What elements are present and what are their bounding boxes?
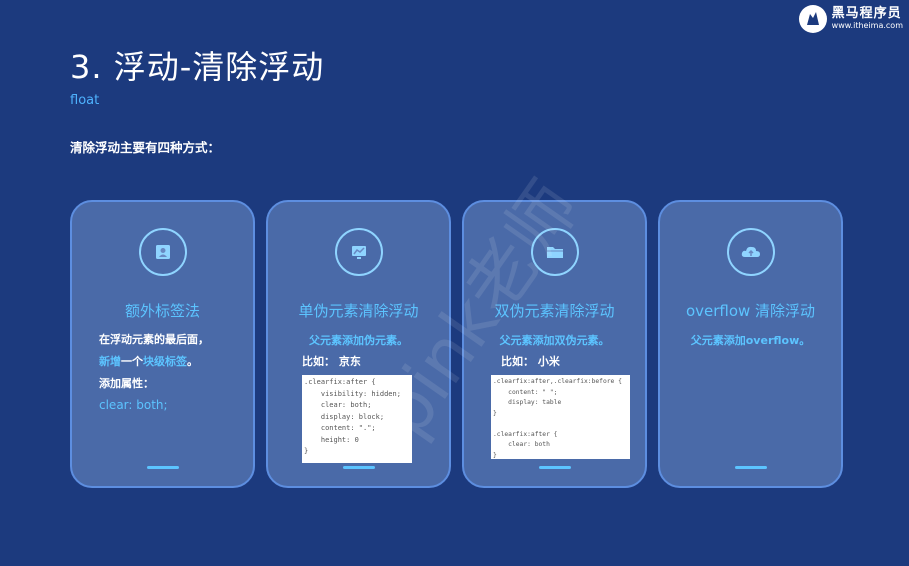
slide-title: 3. 浮动-清除浮动 <box>70 48 325 86</box>
card-single-pseudo: 单伪元素清除浮动 父元素添加伪元素。 比如： 京东 .clearfix:afte… <box>266 200 451 488</box>
horse-logo-icon <box>798 5 827 33</box>
slide-subtitle: float <box>70 93 100 108</box>
card-example: 比如： 京东 <box>302 355 361 368</box>
card-indicator <box>734 466 767 469</box>
folder-icon <box>530 228 579 276</box>
code-snippet: .clearfix:after { visibility: hidden; cl… <box>302 375 412 463</box>
cloud-upload-icon <box>726 228 775 276</box>
card-line: 。 <box>187 355 198 368</box>
logo-url: www.itheima.com <box>831 20 903 30</box>
card-title: overflow 清除浮动 <box>685 302 816 320</box>
card-title: 双伪元素清除浮动 <box>494 302 615 320</box>
logo-name: 黑马程序员 <box>831 6 902 22</box>
id-card-icon <box>138 228 187 276</box>
card-example: 比如： 小米 <box>501 355 560 368</box>
card-indicator <box>342 466 375 469</box>
card-line-highlight: 块级标签 <box>143 355 187 368</box>
card-title: 单伪元素清除浮动 <box>298 302 419 320</box>
card-extra-tag: 额外标签法 在浮动元素的最后面， 新增一个块级标签。 添加属性： clear: … <box>70 200 255 488</box>
logo: 黑马程序员 www.itheima.com <box>798 5 903 33</box>
card-double-pseudo: 双伪元素清除浮动 父元素添加双伪元素。 比如： 小米 .clearfix:aft… <box>462 200 647 488</box>
card-overflow: overflow 清除浮动 父元素添加overflow。 <box>658 200 843 488</box>
card-title: 额外标签法 <box>124 302 200 320</box>
card-line: 一个 <box>121 355 143 368</box>
card-description: 父元素添加overflow。 <box>690 334 811 347</box>
chart-monitor-icon <box>334 228 383 276</box>
card-code-line: clear: both; <box>99 398 168 412</box>
card-description: 父元素添加双伪元素。 <box>499 334 610 347</box>
card-indicator <box>538 466 571 469</box>
card-line: 在浮动元素的最后面， <box>99 333 209 346</box>
code-snippet: .clearfix:after,.clearfix:before { conte… <box>491 375 630 459</box>
card-description: 父元素添加伪元素。 <box>309 334 408 347</box>
card-line-highlight: 新增 <box>99 355 121 368</box>
card-line: 添加属性： <box>99 377 154 390</box>
intro-text: 清除浮动主要有四种方式： <box>70 140 221 155</box>
card-indicator <box>146 466 179 469</box>
